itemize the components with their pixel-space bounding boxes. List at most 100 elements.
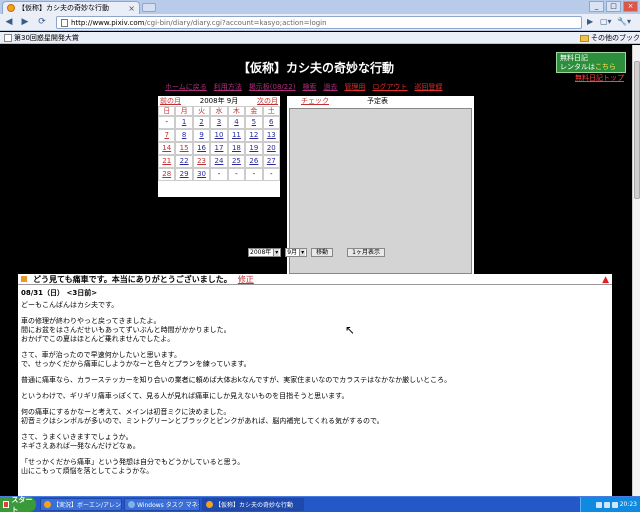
page-menu-icon[interactable]: ▢▾ bbox=[600, 17, 612, 26]
tools-menu-icon[interactable]: 🔧▾ bbox=[617, 17, 631, 26]
reload-button[interactable]: ⟳ bbox=[36, 17, 48, 28]
calendar-day[interactable]: 30 bbox=[192, 168, 211, 181]
calendar-day[interactable]: 28 bbox=[158, 168, 176, 181]
nav-search[interactable]: 検索 bbox=[302, 82, 316, 92]
tray-icon[interactable] bbox=[595, 501, 602, 508]
new-tab-button[interactable] bbox=[142, 3, 156, 12]
bookmark-item[interactable]: 第30回惑星開発大賞 bbox=[4, 33, 79, 43]
taskbar: スタート 【実況】ボーエン/アレングメ... Windows タスク マネージャ… bbox=[0, 496, 640, 512]
window-controls: _ □ × bbox=[589, 1, 638, 12]
calendar-day[interactable]: 17 bbox=[210, 142, 228, 155]
nav-usage[interactable]: 利用方法 bbox=[214, 82, 242, 92]
entry-paragraph: どーもこんばんはカシ夫です。 bbox=[21, 301, 119, 309]
calendar-day[interactable]: 19 bbox=[245, 142, 263, 155]
minimize-button[interactable]: _ bbox=[589, 1, 604, 12]
entry-paragraph: というわけで、ギリギリ痛車っぽくて、見る人が見れば痛車にしか見えないものを目指そ… bbox=[21, 392, 349, 400]
calendar-day[interactable]: 6 bbox=[262, 116, 280, 129]
calendar-day[interactable]: 1 bbox=[175, 116, 193, 129]
calendar-day[interactable]: 7 bbox=[158, 129, 176, 142]
calendar-day[interactable]: 10 bbox=[210, 129, 228, 142]
month-select[interactable]: 9月 ▾ bbox=[285, 248, 308, 257]
rental-line-2b: こちら bbox=[595, 63, 616, 71]
nav-register[interactable]: 巡回登録 bbox=[414, 82, 442, 92]
year-select[interactable]: 2008年 ▾ bbox=[248, 248, 282, 257]
browser-toolbar: ◀ ▶ ⟳ http://www.pixiv.com/cgi-bin/diary… bbox=[0, 14, 640, 31]
calendar-day[interactable]: 23 bbox=[192, 155, 211, 168]
taskbar-item-3[interactable]: 【仮称】カシ夫の奇妙な行動 bbox=[202, 498, 304, 511]
nav-admin[interactable]: 管理用 bbox=[344, 82, 365, 92]
taskbar-item-2[interactable]: Windows タスク マネージャ bbox=[124, 498, 200, 511]
entry-paragraph: 「せっかくだから痛車」という発想は自分でもどうかしていると思う。 山にこもって煩… bbox=[21, 458, 245, 475]
calendar-day[interactable]: 4 bbox=[227, 116, 246, 129]
tray-icon[interactable] bbox=[603, 501, 610, 508]
calendar-day[interactable]: 8 bbox=[175, 129, 193, 142]
nav-bbs[interactable]: 掲示板(08/22) bbox=[249, 82, 296, 92]
calendar-day[interactable]: 5 bbox=[245, 116, 263, 129]
calendar-day[interactable]: 16 bbox=[192, 142, 211, 155]
rental-line-1: 無料日記 bbox=[560, 54, 588, 62]
nav-archive[interactable]: 過去 bbox=[323, 82, 337, 92]
calendar-day[interactable]: 13 bbox=[262, 129, 280, 142]
url-text: http://www.pixiv.com/cgi-bin/diary/diary… bbox=[71, 19, 327, 27]
edit-link[interactable]: 修正 bbox=[238, 274, 254, 285]
calendar-day[interactable]: 22 bbox=[175, 155, 193, 168]
chevron-down-icon: ▾ bbox=[273, 249, 280, 256]
calendar-day[interactable]: 2 bbox=[192, 116, 211, 129]
close-window-button[interactable]: × bbox=[623, 1, 638, 12]
entry-paragraph: さて、車が治ったので早速何かしたいと思います。 で、せっかくだから痛車にしようか… bbox=[21, 351, 251, 368]
taskbar-item-1[interactable]: 【実況】ボーエン/アレングメ... bbox=[40, 498, 122, 511]
browser-icon bbox=[44, 501, 51, 508]
maximize-button[interactable]: □ bbox=[606, 1, 621, 12]
calendar-day[interactable]: 20 bbox=[262, 142, 280, 155]
bookmark-label: 第30回惑星開発大賞 bbox=[14, 34, 79, 42]
start-label: スタート bbox=[11, 495, 33, 512]
calendar-day[interactable]: 24 bbox=[210, 155, 228, 168]
free-diary-top-link[interactable]: 無料日記トップ bbox=[575, 73, 624, 83]
next-month-link[interactable]: 次の月 bbox=[257, 96, 278, 106]
start-button[interactable]: スタート bbox=[0, 495, 36, 512]
warning-triangle-icon[interactable]: ▲ bbox=[602, 275, 609, 285]
move-button[interactable]: 移動 bbox=[311, 248, 334, 257]
calendar-day[interactable]: 29 bbox=[175, 168, 193, 181]
schedule-check-link[interactable]: チェック bbox=[301, 96, 329, 107]
entry-title-bar: どう見ても痛車です。本当にありがとうございました。 修正 ▲ bbox=[18, 274, 612, 285]
calendar-day: - bbox=[262, 168, 280, 181]
prev-month-link[interactable]: 前の月 bbox=[160, 96, 181, 106]
rental-banner[interactable]: 無料日記 レンタルはこちら bbox=[556, 52, 626, 73]
one-month-view-button[interactable]: 1ヶ月表示 bbox=[347, 248, 385, 257]
nav-home[interactable]: ホームに戻る bbox=[165, 82, 207, 92]
taskbar-item-label: 【仮称】カシ夫の奇妙な行動 bbox=[215, 502, 294, 509]
entry-title: どう見ても痛車です。本当にありがとうございました。 bbox=[33, 274, 232, 284]
calendar-day[interactable]: 9 bbox=[192, 129, 211, 142]
calendar-day[interactable]: 26 bbox=[245, 155, 263, 168]
page-scrollbar[interactable] bbox=[632, 45, 640, 496]
weekday-sat: 土 bbox=[262, 106, 280, 116]
tab-close-icon[interactable]: × bbox=[128, 4, 135, 13]
calendar-day[interactable]: 11 bbox=[227, 129, 246, 142]
calendar-day[interactable]: 18 bbox=[227, 142, 246, 155]
address-bar[interactable]: http://www.pixiv.com/cgi-bin/diary/diary… bbox=[56, 16, 582, 29]
weekday-fri: 金 bbox=[245, 106, 263, 116]
calendar-day[interactable]: 14 bbox=[158, 142, 176, 155]
calendar-day[interactable]: 12 bbox=[245, 129, 263, 142]
tray-icon[interactable] bbox=[611, 501, 618, 508]
scrollbar-thumb[interactable] bbox=[634, 61, 640, 199]
calendar: 前の月 2008年 9月 次の月 日 月 火 水 木 金 土 - 1 2 3 4… bbox=[158, 96, 280, 197]
back-button[interactable]: ◀ bbox=[3, 17, 15, 28]
weekday-tue: 火 bbox=[192, 106, 211, 116]
go-button[interactable]: ▶ bbox=[587, 17, 593, 26]
page-content: 【仮称】カシ夫の奇妙な行動 無料日記 レンタルはこちら 無料日記トップ ホームに… bbox=[0, 45, 632, 496]
tab-active[interactable]: 【仮称】カシ夫の奇妙な行動 × bbox=[2, 1, 140, 14]
calendar-day[interactable]: 21 bbox=[158, 155, 176, 168]
forward-button[interactable]: ▶ bbox=[19, 17, 31, 28]
calendar-header: 前の月 2008年 9月 次の月 bbox=[158, 96, 280, 106]
calendar-day[interactable]: 25 bbox=[227, 155, 246, 168]
calendar-day[interactable]: 27 bbox=[262, 155, 280, 168]
nav-logout[interactable]: ログアウト bbox=[372, 82, 407, 92]
current-month: 2008年 9月 bbox=[199, 97, 239, 105]
clock[interactable]: 20:23 bbox=[620, 501, 637, 508]
entry-date: 08/31（日） <3日前> bbox=[21, 289, 98, 297]
calendar-day[interactable]: 3 bbox=[210, 116, 228, 129]
calendar-day[interactable]: 15 bbox=[175, 142, 193, 155]
other-bookmarks[interactable]: その他のブックマーク bbox=[580, 33, 640, 43]
